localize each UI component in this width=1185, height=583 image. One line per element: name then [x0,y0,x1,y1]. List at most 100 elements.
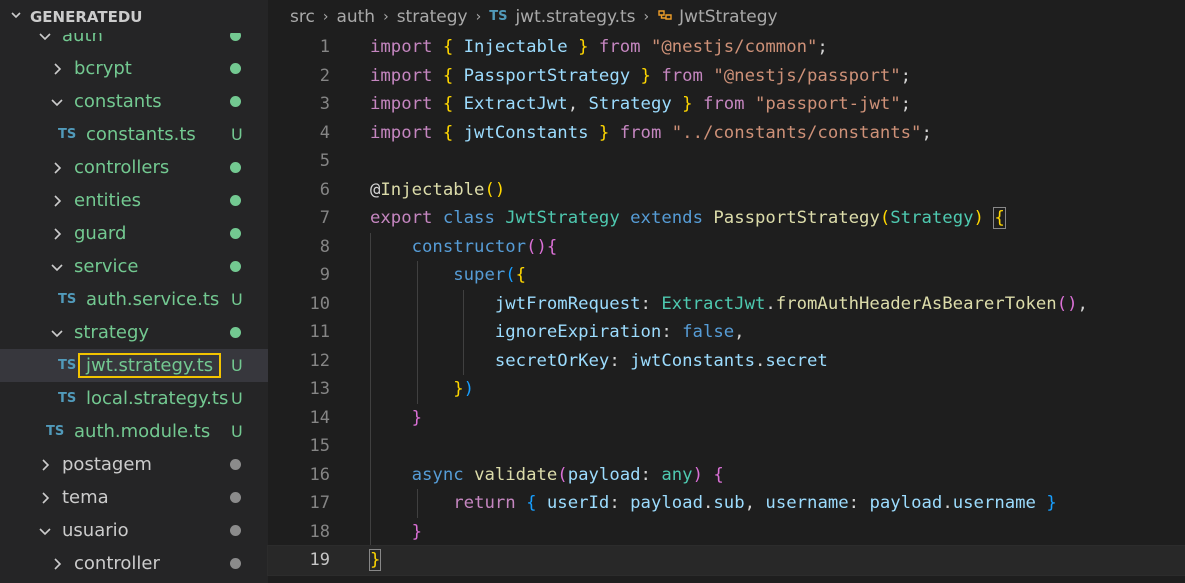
tree-folder[interactable]: usuario [0,514,268,547]
code-line[interactable]: 19} [267,545,1185,576]
git-untracked-badge: U [231,422,243,441]
code-line[interactable]: 3 import { ExtractJwt, Strategy } from "p… [268,90,1185,119]
code-line[interactable]: 6 @Injectable() [268,176,1185,205]
code-token: sub [713,493,745,514]
tree-folder[interactable]: controller [0,547,268,580]
explorer-header[interactable]: GENERATEDU [0,0,268,33]
chevron-right-icon: › [383,8,389,25]
code-line[interactable]: 17 return { userId: payload.sub, usernam… [268,489,1185,518]
code-token: import [370,94,433,115]
tree-folder[interactable]: guard [0,217,268,250]
chevron-down-icon[interactable] [38,524,52,538]
chevron-down-icon[interactable] [50,326,64,340]
line-number: 2 [319,65,330,86]
tree-file[interactable]: TS auth.service.ts U [0,283,268,316]
tree-folder[interactable]: strategy [0,316,268,349]
tree-file[interactable]: TS jwt.strategy.ts U [0,349,268,382]
git-status-dot [230,228,241,239]
code-text: @Injectable() [370,180,505,200]
tree-item-label: constants.ts [86,124,196,145]
code-line[interactable]: 14 } [268,403,1185,432]
line-number: 17 [309,493,330,514]
git-status-dot [230,96,241,107]
git-status-dot [230,327,241,338]
tree-item-label: usuario [62,520,129,541]
code-line[interactable]: 7 export class JwtStrategy extends Passpo… [268,204,1185,233]
tree-file[interactable]: TS auth.module.ts U [0,415,268,448]
code-token: jwtConstants [453,122,599,143]
git-untracked-badge: U [231,290,243,309]
tree-item-label: bcrypt [74,58,132,79]
code-line[interactable]: 11 ignoreExpiration: false, [268,318,1185,347]
code-token: } [411,407,423,428]
chevron-right-icon[interactable] [38,458,52,472]
code-line[interactable]: 16 async validate(payload: any) { [268,460,1185,489]
code-token: () [1056,293,1078,314]
editor-panel: src › auth › strategy › TS jwt.strategy.… [267,0,1185,583]
code-text: } [370,522,422,542]
code-line[interactable]: 4 import { jwtConstants } from "../consta… [268,119,1185,148]
code-token: { [515,265,527,286]
chevron-down-icon[interactable] [50,95,64,109]
breadcrumb-item[interactable]: auth [336,7,375,27]
code-line[interactable]: 10 jwtFromRequest: ExtractJwt.fromAuthHe… [268,289,1185,318]
code-line[interactable]: 13 }) [268,375,1185,404]
chevron-right-icon[interactable] [50,161,64,175]
code-token: ExtractJwt [453,94,568,115]
chevron-right-icon[interactable] [50,227,64,241]
tree-folder[interactable]: tema [0,481,268,514]
tree-item-label: guard [74,223,127,244]
code-line[interactable]: 12 secretOrKey: jwtConstants.secret [268,346,1185,375]
chevron-right-icon[interactable] [50,194,64,208]
code-token: } [682,94,693,115]
line-number: 14 [309,407,330,428]
chevron-right-icon[interactable] [50,62,64,76]
breadcrumb-symbol[interactable]: JwtStrategy [679,7,777,27]
code-token: from [661,65,703,86]
tree-item-label: postagem [62,454,152,475]
code-token: : [640,293,662,314]
tree-file[interactable]: TS local.strategy.ts U [0,382,268,415]
code-token: { [546,236,558,257]
tree-item-label: strategy [74,322,150,343]
code-line[interactable]: 8 constructor(){ [268,232,1185,261]
tree-folder[interactable]: entities [0,184,268,217]
code-token: @ [370,179,381,200]
tree-item-label: jwt.strategy.ts [77,353,222,378]
breadcrumb-file[interactable]: jwt.strategy.ts [515,7,635,27]
code-text: constructor(){ [370,236,558,257]
code-line[interactable]: 15 [268,432,1185,461]
tree-folder[interactable]: controllers [0,151,268,184]
code-editor[interactable]: 1 import { Injectable } from "@nestjs/com… [267,33,1185,576]
code-line[interactable]: 5 [268,147,1185,176]
chevron-down-icon[interactable] [50,260,64,274]
line-number: 4 [319,122,330,143]
code-line[interactable]: 18 } [268,517,1185,546]
code-token: ; [900,94,912,115]
code-token: ( [505,265,516,286]
code-line[interactable]: 1 import { Injectable } from "@nestjs/com… [268,33,1185,62]
code-token: validate [474,464,558,485]
code-line[interactable]: 9 super({ [268,261,1185,290]
tree-folder[interactable]: service [0,250,268,283]
code-token: fromAuthHeaderAsBearerToken [775,293,1057,314]
tree-folder[interactable]: constants [0,85,268,118]
tree-file[interactable]: TS constants.ts U [0,118,268,151]
code-line[interactable]: 2 import { PassportStrategy } from "@nest… [268,62,1185,91]
tree-item-label: controllers [74,157,170,178]
chevron-right-icon[interactable] [38,491,52,505]
code-token: ( [879,208,891,229]
code-token: export [370,208,433,229]
chevron-right-icon[interactable] [50,557,64,571]
breadcrumb-item[interactable]: strategy [397,7,468,27]
git-status-dot [230,558,241,569]
tree-item-label: auth.service.ts [86,289,220,310]
breadcrumb-item[interactable]: src [290,7,315,27]
tree-folder[interactable]: bcrypt [0,52,268,85]
tree-folder[interactable]: postagem [0,448,268,481]
